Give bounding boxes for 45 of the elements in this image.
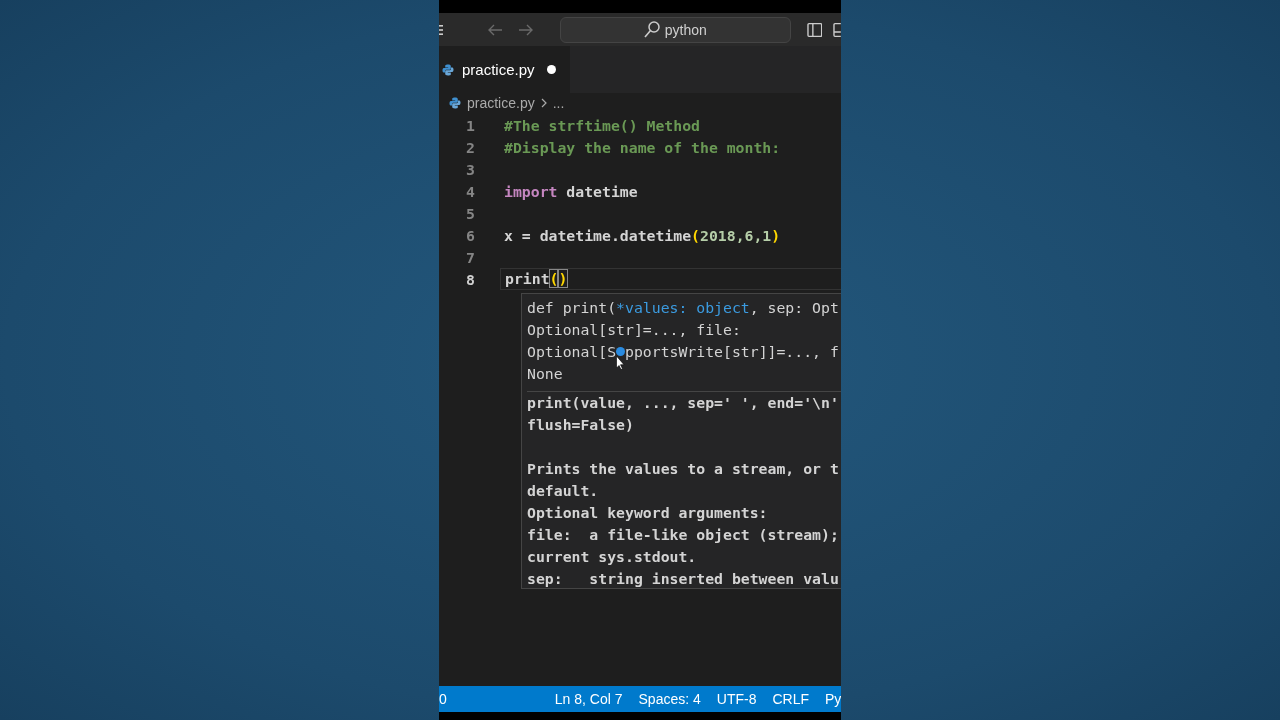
status-item[interactable]: UTF-8 [716,691,757,707]
python-file-icon [442,63,454,76]
code-line: x = datetime.datetime(2018,6,1) [504,226,781,244]
status-item[interactable]: CRLF [772,691,809,707]
line-number: 6 [465,226,475,244]
doc-line: Prints the values to a stream, or t [527,459,840,479]
status-item[interactable]: 0 [439,691,447,707]
line-number: 1 [465,116,475,134]
line-number: 3 [465,160,475,178]
doc-line: flush=False) [527,415,635,435]
code-line: print() [505,269,568,289]
mouse-pointer-icon [616,347,625,369]
doc-line: sep: string inserted between valu [527,569,840,588]
line-number: 4 [465,182,475,200]
line-number: 7 [465,248,475,266]
code-line: #The strftime() Method [504,116,700,134]
doc-line: Optional keyword arguments: [527,503,769,523]
line-number: 2 [465,138,475,156]
doc-line: current sys.stdout. [527,547,698,567]
signature-text: pportsWrite[str]]=..., f [625,342,839,362]
doc-line: file: a file-like object (stream); [527,525,840,545]
search-field[interactable]: python [560,16,791,43]
panel-layout-icon[interactable] [806,21,823,38]
line-number: 8 [465,270,475,288]
signature-text: None [527,364,563,384]
code-line: #Display the name of the month: [504,138,781,156]
menu-icon[interactable] [439,24,443,36]
unsaved-dot[interactable] [546,65,556,74]
breadcrumb-item[interactable]: practice.py [467,95,535,111]
python-file-icon [449,97,461,109]
editor-tab[interactable]: practice.py [439,46,570,93]
signature-text: def print(*values: object, sep: Opt [527,298,839,318]
status-item[interactable]: Py [825,691,841,707]
chevron-right-icon [540,98,547,108]
line-number: 5 [465,204,475,222]
status-item[interactable]: Ln 8, Col 7 [554,691,623,707]
status-item[interactable]: Spaces: 4 [638,691,701,707]
signature-text: Optional[S [527,342,617,362]
code-line: import datetime [504,182,638,200]
breadcrumb-item[interactable]: ... [552,95,565,111]
doc-line: print(value, ..., sep=' ', end='\n' [527,393,840,413]
doc-line: default. [527,481,600,501]
signature-text: Optional[str]=..., file: [527,320,741,340]
search-icon [643,21,660,38]
panel-layout-icon[interactable] [833,21,841,38]
